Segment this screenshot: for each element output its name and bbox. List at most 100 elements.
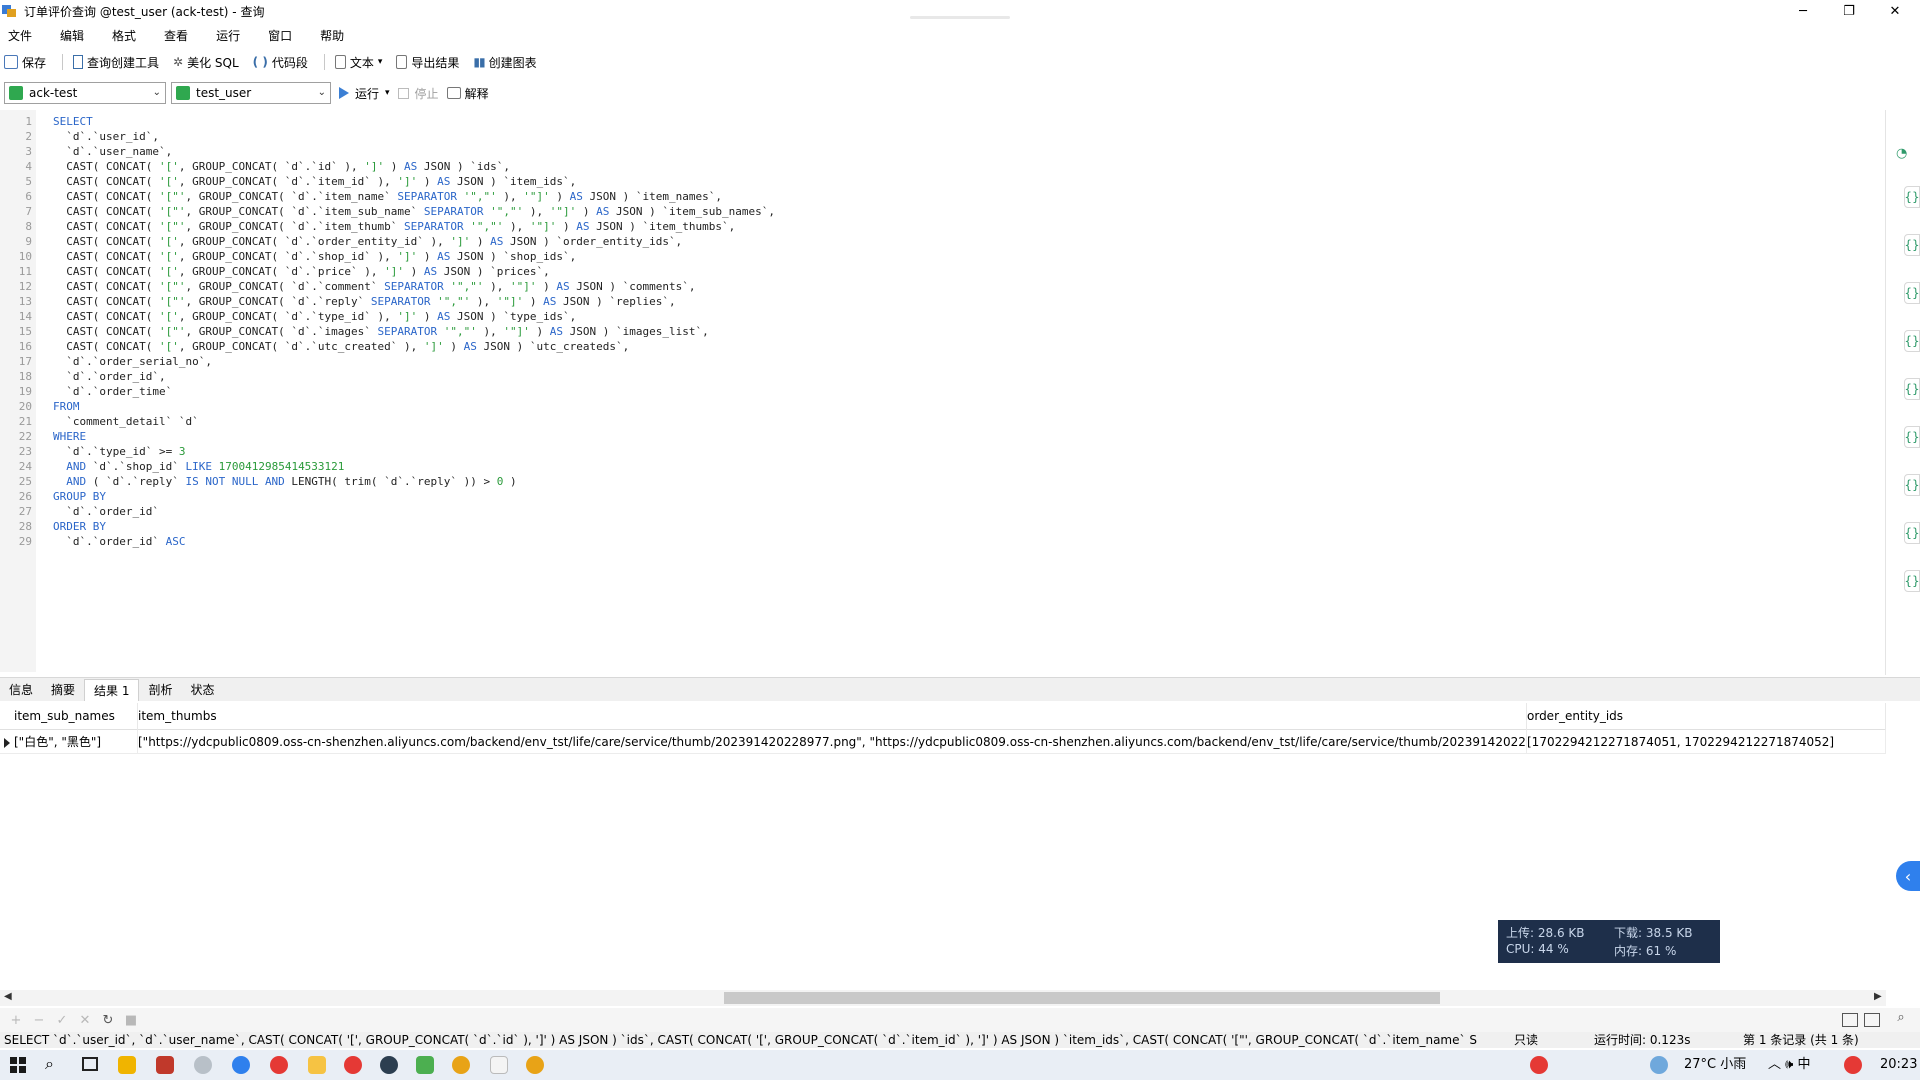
code-line[interactable]: ORDER BY <box>53 519 106 534</box>
cell[interactable]: [1702294212271874051, 170229421227187405… <box>1523 730 1886 754</box>
query-builder-button[interactable]: 查询创建工具 <box>69 51 163 73</box>
code-line[interactable]: AND ( `d`.`reply` IS NOT NULL AND LENGTH… <box>53 474 516 489</box>
code-line[interactable]: CAST( CONCAT( '["', GROUP_CONCAT( `d`.`i… <box>53 219 735 234</box>
scroll-left-icon[interactable]: ◀ <box>4 991 12 1002</box>
code-line[interactable]: FROM <box>53 399 80 414</box>
collapse-panel-button[interactable]: ‹ <box>1896 861 1920 891</box>
snippet-item[interactable]: {} <box>1904 282 1920 304</box>
code-line[interactable]: `d`.`order_serial_no`, <box>53 354 212 369</box>
menu-window[interactable]: 窗口 <box>261 26 299 46</box>
connection-select[interactable]: ack-test ⌄ <box>4 82 166 104</box>
code-line[interactable]: CAST( CONCAT( '[', GROUP_CONCAT( `d`.`ut… <box>53 339 629 354</box>
cell[interactable]: ["https://ydcpublic0809.oss-cn-shenzhen.… <box>134 730 1527 754</box>
snippet-item[interactable]: {} <box>1904 330 1920 352</box>
code-line[interactable]: `d`.`type_id` >= 3 <box>53 444 185 459</box>
code-line[interactable]: WHERE <box>53 429 86 444</box>
chrome-icon[interactable] <box>526 1056 544 1074</box>
code-line[interactable]: `d`.`order_id` <box>53 504 159 519</box>
code-line[interactable]: `d`.`user_name`, <box>53 144 172 159</box>
chrome-icon[interactable] <box>452 1056 470 1074</box>
clock[interactable]: 20:23 <box>1880 1050 1917 1080</box>
menu-run[interactable]: 运行 <box>209 26 247 46</box>
menu-file[interactable]: 文件 <box>0 26 39 46</box>
windows-start-icon[interactable] <box>10 1057 26 1073</box>
tab-profile[interactable]: 剖析 <box>139 679 181 701</box>
menu-edit[interactable]: 编辑 <box>53 26 91 46</box>
snippet-search-icon[interactable]: ◔ <box>1896 146 1907 161</box>
menu-format[interactable]: 格式 <box>105 26 143 46</box>
tray-app-icon[interactable] <box>1530 1056 1548 1074</box>
cell[interactable]: ["白色", "黑色"] <box>10 730 138 754</box>
beautify-sql-button[interactable]: ✲ 美化 SQL <box>169 51 243 73</box>
snippet-item[interactable]: {} <box>1904 570 1920 592</box>
export-results-button[interactable]: 导出结果 <box>392 51 463 73</box>
menu-view[interactable]: 查看 <box>157 26 195 46</box>
app-icon[interactable] <box>416 1056 434 1074</box>
restore-button[interactable]: ❐ <box>1826 0 1872 22</box>
app-icon[interactable] <box>490 1056 508 1074</box>
snippet-item[interactable]: {} <box>1904 522 1920 544</box>
snippet-button[interactable]: ( ) 代码段 <box>249 51 312 73</box>
save-button[interactable]: 保存 <box>0 51 50 73</box>
run-button[interactable]: 运行 ▾ <box>339 85 390 102</box>
app-icon[interactable] <box>308 1056 326 1074</box>
search-icon[interactable]: ⌕ <box>1894 1010 1908 1025</box>
snippet-item[interactable]: {} <box>1904 474 1920 496</box>
code-line[interactable]: CAST( CONCAT( '[', GROUP_CONCAT( `d`.`id… <box>53 159 510 174</box>
app-icon[interactable] <box>270 1056 288 1074</box>
table-row[interactable]: ["白色", "黑色"] ["https://ydcpublic0809.oss… <box>0 730 1886 754</box>
tab-result-1[interactable]: 结果 1 <box>84 679 140 701</box>
code-line[interactable]: CAST( CONCAT( '[', GROUP_CONCAT( `d`.`pr… <box>53 264 550 279</box>
code-line[interactable]: CAST( CONCAT( '["', GROUP_CONCAT( `d`.`c… <box>53 279 695 294</box>
tab-info[interactable]: 信息 <box>0 679 42 701</box>
column-header[interactable]: item_thumbs <box>134 703 1527 730</box>
discard-changes-icon[interactable]: ✕ <box>78 1013 92 1028</box>
close-button[interactable]: ✕ <box>1872 0 1918 22</box>
scroll-right-icon[interactable]: ▶ <box>1874 991 1882 1002</box>
create-chart-button[interactable]: ▮▮ 创建图表 <box>469 51 540 73</box>
code-line[interactable]: CAST( CONCAT( '[', GROUP_CONCAT( `d`.`ty… <box>53 309 576 324</box>
text-button[interactable]: 文本 ▾ <box>331 51 387 73</box>
app-icon[interactable] <box>344 1056 362 1074</box>
tab-summary[interactable]: 摘要 <box>42 679 84 701</box>
snippet-item[interactable]: {} <box>1904 186 1920 208</box>
weather-text[interactable]: 27°C 小雨 <box>1684 1050 1746 1080</box>
code-line[interactable]: AND `d`.`shop_id` LIKE 17004129854145331… <box>53 459 344 474</box>
refresh-icon[interactable]: ↻ <box>101 1013 115 1028</box>
minimize-button[interactable]: ─ <box>1780 0 1826 22</box>
code-line[interactable]: CAST( CONCAT( '["', GROUP_CONCAT( `d`.`i… <box>53 324 708 339</box>
grid-view-icon[interactable] <box>1842 1013 1858 1027</box>
snippet-item[interactable]: {} <box>1904 234 1920 256</box>
input-method-icon[interactable] <box>1844 1056 1862 1074</box>
code-line[interactable]: CAST( CONCAT( '["', GROUP_CONCAT( `d`.`i… <box>53 189 722 204</box>
task-view-icon[interactable] <box>82 1057 98 1071</box>
search-icon[interactable]: ⌕ <box>45 1054 54 1074</box>
tab-status[interactable]: 状态 <box>182 679 224 701</box>
horizontal-scrollbar[interactable]: ◀ ▶ <box>0 990 1886 1006</box>
tray-symbols[interactable]: ︿ 🕪 中 <box>1768 1050 1810 1080</box>
code-line[interactable]: CAST( CONCAT( '[', GROUP_CONCAT( `d`.`it… <box>53 174 576 189</box>
code-line[interactable]: `d`.`order_id` ASC <box>53 534 185 549</box>
code-line[interactable]: `d`.`user_id`, <box>53 129 159 144</box>
app-icon[interactable] <box>156 1056 174 1074</box>
stop-button[interactable]: 停止 <box>397 85 439 102</box>
column-header[interactable]: item_sub_names <box>10 703 138 730</box>
file-explorer-icon[interactable] <box>118 1056 136 1074</box>
code-line[interactable]: `comment_detail` `d` <box>53 414 198 429</box>
code-line[interactable]: SELECT <box>53 114 93 129</box>
app-icon[interactable] <box>232 1056 250 1074</box>
stop-icon[interactable]: ■ <box>124 1013 138 1028</box>
code-line[interactable]: CAST( CONCAT( '[', GROUP_CONCAT( `d`.`or… <box>53 234 682 249</box>
form-view-icon[interactable] <box>1864 1013 1880 1027</box>
code-line[interactable]: `d`.`order_time` <box>53 384 172 399</box>
app-icon[interactable] <box>380 1056 398 1074</box>
scrollbar-thumb[interactable] <box>724 992 1440 1004</box>
code-line[interactable]: GROUP BY <box>53 489 106 504</box>
app-icon[interactable] <box>194 1056 212 1074</box>
database-select[interactable]: test_user ⌄ <box>171 82 331 104</box>
snippet-item[interactable]: {} <box>1904 378 1920 400</box>
column-header[interactable]: order_entity_ids <box>1523 703 1886 730</box>
add-record-icon[interactable]: + <box>9 1013 23 1028</box>
drag-grip[interactable] <box>910 16 1010 19</box>
menu-help[interactable]: 帮助 <box>313 26 351 46</box>
